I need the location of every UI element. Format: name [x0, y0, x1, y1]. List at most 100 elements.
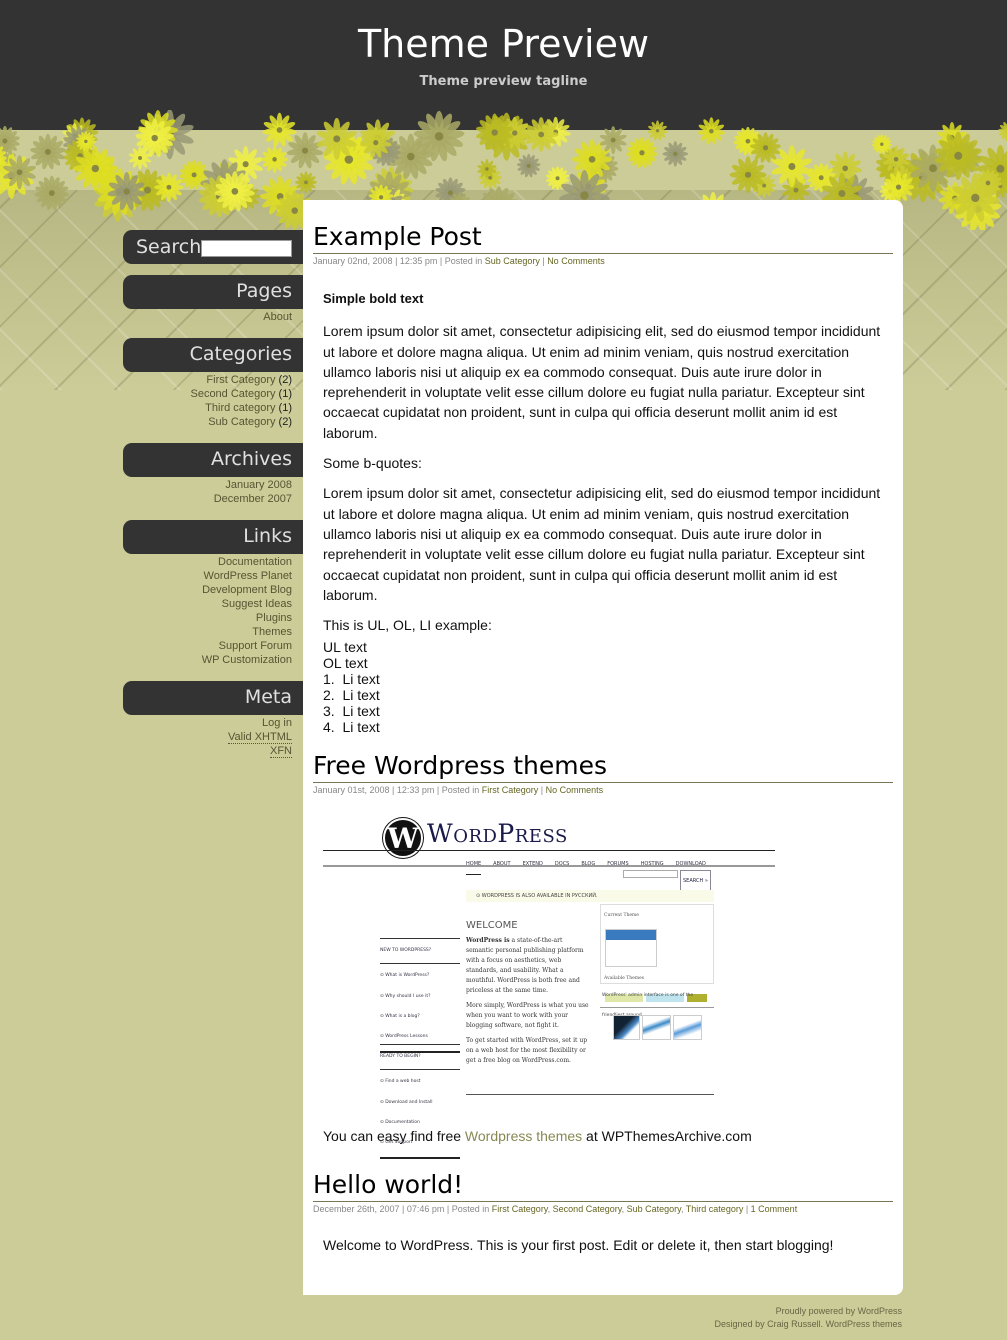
blogroll-link[interactable]: Support Forum: [219, 640, 292, 652]
new-heading: NEW TO WORDPRESS?: [380, 939, 460, 965]
wordpress-logo-icon: W: [383, 818, 423, 858]
divider: [323, 865, 775, 867]
post-category-link[interactable]: Third category: [686, 1204, 744, 1214]
site-title[interactable]: Theme Preview: [0, 22, 1007, 66]
post-title[interactable]: Example Post: [313, 222, 893, 254]
flower-icon: [262, 112, 297, 147]
screenshot-list-item: ⊙ What is a blog?: [380, 1013, 420, 1019]
category-count: (1): [278, 402, 292, 414]
ul-text: UL text: [323, 639, 367, 656]
post-category-link[interactable]: First Category: [492, 1204, 548, 1214]
post-date: January 01st, 2008 | 12:33 pm | Posted i…: [313, 785, 482, 795]
archive-link[interactable]: January 2008: [225, 479, 292, 491]
category-item: Third category (1): [123, 401, 292, 415]
paragraph: Some b-quotes:: [323, 455, 422, 472]
themes-link[interactable]: WordPress themes: [826, 1319, 902, 1329]
category-link[interactable]: Sub Category: [208, 416, 275, 428]
category-count: (2): [278, 374, 292, 386]
post-title[interactable]: Hello world!: [313, 1170, 893, 1202]
blogroll-link[interactable]: Suggest Ideas: [222, 598, 292, 610]
blogroll-link[interactable]: WP Customization: [202, 654, 292, 666]
meta-list: Log in Valid XHTML XFN: [123, 716, 303, 758]
categories-list: First Category (2) Second Category (1) T…: [123, 373, 303, 429]
post-body: Welcome to WordPress. This is your first…: [313, 1235, 893, 1255]
category-count: (2): [278, 416, 292, 428]
post-meta: January 01st, 2008 | 12:33 pm | Posted i…: [313, 785, 604, 795]
screenshot-search-box: [623, 870, 678, 878]
ready-to-begin-box: READY TO BEGIN? ⊙ Find a web host ⊙ Down…: [380, 1044, 460, 1160]
flower-icon: [647, 120, 668, 141]
flower-icon: [30, 133, 66, 170]
page-link-about[interactable]: About: [263, 311, 292, 323]
links-list: Documentation WordPress Planet Developme…: [123, 555, 303, 667]
sidebar: Search Pages About Categories First Cate…: [123, 230, 303, 772]
blogroll-link[interactable]: Development Blog: [202, 584, 292, 596]
post-comments-link[interactable]: No Comments: [546, 785, 604, 795]
post-category-link[interactable]: Sub Category: [485, 256, 540, 266]
blogroll-link[interactable]: Plugins: [256, 612, 292, 624]
post-date: January 02nd, 2008 | 12:35 pm | Posted i…: [313, 256, 485, 266]
flower-icon: [34, 175, 70, 210]
wordpress-wordmark: WordPress: [427, 819, 568, 848]
screenshot-list-item: ⊙ Find a web host: [380, 1079, 421, 1085]
category-link[interactable]: Third category: [205, 402, 275, 414]
footer: Proudly powered by WordPress Designed by…: [715, 1305, 902, 1331]
post-body: W WordPress HOME ABOUT EXTEND DOCS BLOG FORUM…: [313, 818, 893, 1160]
post-comments-link[interactable]: 1 Comment: [751, 1204, 798, 1214]
screenshot-notice: ⊙ WORDPRESS IS ALSO AVAILABLE IN РУССКИЙ…: [466, 890, 714, 902]
bold-text: Simple bold text: [323, 291, 424, 306]
flower-icon: [626, 137, 658, 169]
valid-xhtml-link[interactable]: Valid XHTML: [228, 731, 292, 744]
post-category-link[interactable]: Second Category: [553, 1204, 622, 1214]
flower-icon: [286, 132, 324, 169]
blogroll-link[interactable]: Themes: [252, 626, 292, 638]
flower-icon: [662, 141, 689, 167]
post-meta: January 02nd, 2008 | 12:35 pm | Posted i…: [313, 256, 605, 266]
list-item: 4. Li text: [323, 719, 380, 736]
post-category-link[interactable]: Sub Category: [627, 1204, 681, 1214]
screenshot-list-item: ⊙ Why should I use it?: [380, 993, 431, 999]
blogroll-link[interactable]: WordPress Planet: [204, 570, 292, 582]
designer-link[interactable]: Craig Russell: [767, 1319, 821, 1329]
pages-heading: Pages: [123, 275, 303, 309]
list-item: 1. Li text: [323, 671, 380, 688]
powered-by: Proudly powered by WordPress: [715, 1305, 902, 1318]
new-to-wordpress-box: NEW TO WORDPRESS? ⊙ What is WordPress? ⊙…: [380, 938, 460, 1054]
archive-link[interactable]: December 2007: [214, 493, 292, 505]
admin-preview: Current Theme Available Themes: [600, 904, 714, 1002]
flower-icon: [260, 145, 289, 174]
archives-heading: Archives: [123, 443, 303, 477]
flower-icon: [516, 153, 541, 178]
post-comments-link[interactable]: No Comments: [547, 256, 605, 266]
ol-text: OL text: [323, 655, 368, 672]
category-item: Sub Category (2): [123, 415, 292, 429]
category-item: First Category (2): [123, 373, 292, 387]
category-link[interactable]: Second Category: [190, 388, 275, 400]
list-item: 2. Li text: [323, 687, 380, 704]
post-title[interactable]: Free Wordpress themes: [313, 751, 893, 783]
paragraph: Lorem ipsum dolor sit amet, consectetur …: [323, 323, 881, 441]
site-tagline: Theme preview tagline: [419, 74, 588, 89]
flower-icon: [697, 117, 726, 145]
post-date: December 26th, 2007 | 07:46 pm | Posted …: [313, 1204, 492, 1214]
post: Hello world! December 26th, 2007 | 07:46…: [313, 1170, 893, 1265]
post: Example Post January 02nd, 2008 | 12:35 …: [313, 222, 893, 735]
post: Free Wordpress themes January 01st, 2008…: [313, 751, 893, 1160]
login-link[interactable]: Log in: [262, 717, 292, 729]
category-link[interactable]: First Category: [206, 374, 275, 386]
screenshot-welcome: WELCOME: [466, 920, 518, 931]
category-item: Second Category (1): [123, 387, 292, 401]
post-category-link[interactable]: First Category: [482, 785, 539, 795]
wordpress-themes-link[interactable]: Wordpress themes: [465, 1128, 582, 1144]
search-input[interactable]: [201, 239, 293, 257]
divider: [466, 1094, 714, 1095]
category-count: (1): [278, 388, 292, 400]
archives-list: January 2008 December 2007: [123, 478, 303, 506]
post-body: Simple bold text Lorem ipsum dolor sit a…: [313, 289, 893, 735]
blogroll-link[interactable]: Documentation: [218, 556, 292, 568]
screenshot-intro: WordPress is a state-of-the-art semantic…: [466, 937, 589, 1064]
notice-text: WORDPRESS IS ALSO AVAILABLE IN РУССКИЙ.: [481, 893, 598, 899]
xfn-link[interactable]: XFN: [270, 745, 292, 758]
screenshot-list-item: ⊙ What is WordPress?: [380, 973, 430, 979]
powered-by-link[interactable]: Proudly powered by WordPress: [776, 1306, 902, 1316]
